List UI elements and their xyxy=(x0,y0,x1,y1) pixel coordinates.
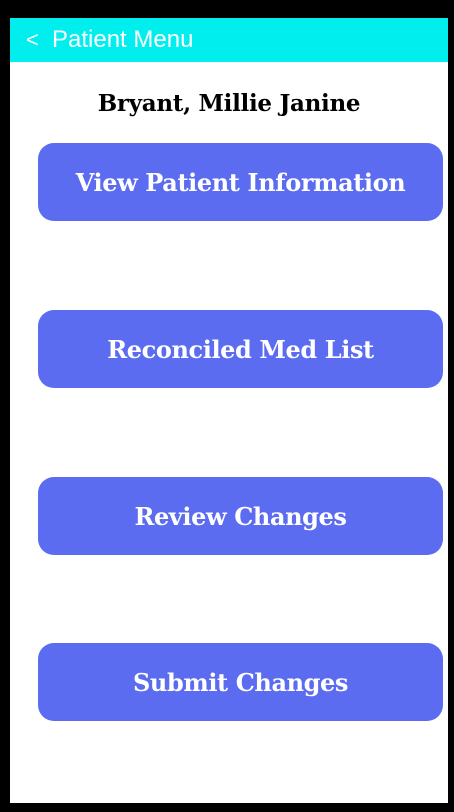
device-frame: < Patient Menu Bryant, Millie Janine Vie… xyxy=(0,0,454,812)
submit-changes-button[interactable]: Submit Changes xyxy=(38,643,443,721)
chevron-left-icon: < xyxy=(26,27,39,52)
back-button[interactable]: < Patient Menu xyxy=(10,18,193,62)
patient-name: Bryant, Millie Janine xyxy=(97,90,361,117)
review-changes-button[interactable]: Review Changes xyxy=(38,477,443,555)
app-screen: < Patient Menu Bryant, Millie Janine Vie… xyxy=(10,18,448,803)
app-header: < Patient Menu xyxy=(10,18,448,62)
header-title: Patient Menu xyxy=(52,26,194,53)
reconciled-med-list-button[interactable]: Reconciled Med List xyxy=(38,310,443,388)
view-patient-information-button[interactable]: View Patient Information xyxy=(38,143,443,221)
